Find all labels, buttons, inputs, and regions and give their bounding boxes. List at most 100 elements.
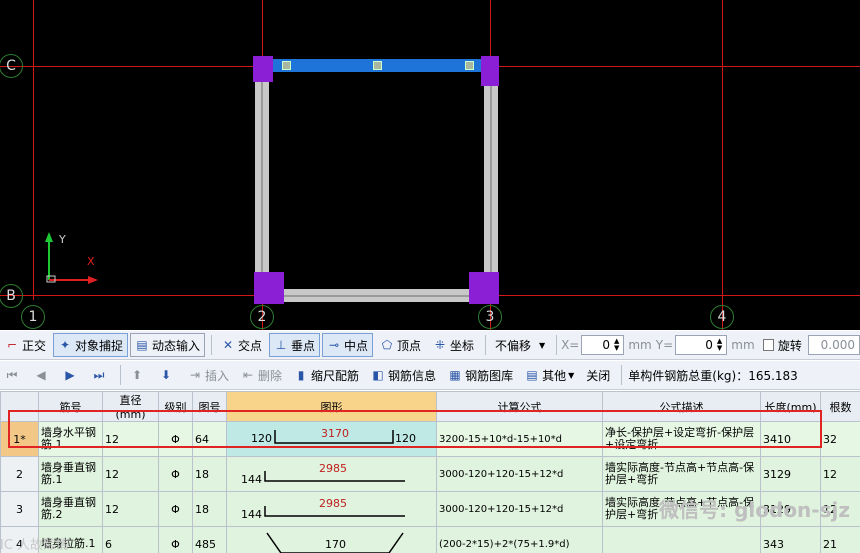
- spin-icon: ▲ ▼: [716, 337, 723, 352]
- table-row[interactable]: 4 墙身拉筋.1 6 Φ 485 170 (200-2*15)+2*(75+1.…: [0, 526, 860, 553]
- shape-cell[interactable]: 144 2985: [226, 491, 437, 527]
- other-menu[interactable]: ▤ 其他 ▼: [520, 363, 579, 387]
- description-cell[interactable]: 净长-保护层+设定弯折-保护层+设定弯折: [602, 421, 761, 457]
- row-index[interactable]: 2: [0, 456, 39, 492]
- insert-icon: ⇥: [189, 368, 201, 382]
- description-cell[interactable]: 墙实际高度-节点高+节点高-保护层+弯折: [602, 456, 761, 492]
- rebar-library-button[interactable]: ▦ 钢筋图库: [443, 363, 518, 387]
- separator: [556, 335, 558, 355]
- move-down-button[interactable]: ⬇: [154, 363, 181, 387]
- intersect-icon: ✕: [222, 338, 233, 352]
- corner-column-br[interactable]: [469, 272, 499, 304]
- grip-left[interactable]: [282, 61, 291, 70]
- dyn-input-icon: ▤: [136, 338, 148, 352]
- fig-no-cell[interactable]: 18: [192, 491, 227, 527]
- col-header-bar-no[interactable]: 筋号: [38, 391, 103, 422]
- row-index[interactable]: 3: [0, 491, 39, 527]
- length-cell[interactable]: 3410: [760, 421, 821, 457]
- fig-no-cell[interactable]: 18: [192, 456, 227, 492]
- insert-label: 插入: [205, 368, 230, 383]
- grade-cell[interactable]: Φ: [158, 526, 193, 553]
- formula-cell[interactable]: 3000-120+120-15+12*d: [436, 456, 603, 492]
- count-cell[interactable]: 12: [820, 456, 860, 492]
- scale-rebar-button[interactable]: ▮ 缩尺配筋: [289, 363, 364, 387]
- col-header-length[interactable]: 长度(mm): [760, 391, 821, 422]
- last-record-button[interactable]: ⏭: [87, 363, 114, 387]
- count-cell[interactable]: 21: [820, 526, 860, 553]
- grade-cell[interactable]: Φ: [158, 421, 193, 457]
- grip-right[interactable]: [465, 61, 474, 70]
- grade-cell[interactable]: Φ: [158, 491, 193, 527]
- intersect-label: 交点: [237, 338, 262, 353]
- close-label: 关闭: [586, 368, 611, 383]
- col-header-grade[interactable]: 级别: [158, 391, 193, 422]
- dynamic-input-button[interactable]: ▤ 动态输入: [130, 333, 206, 357]
- shape-mid-value: 3170: [321, 427, 349, 440]
- shape-cell[interactable]: 144 2985: [226, 456, 437, 492]
- description-cell[interactable]: [602, 526, 761, 553]
- diameter-cell[interactable]: 12: [102, 456, 159, 492]
- coordinate-label: 坐标: [450, 338, 475, 353]
- col-header-count[interactable]: 根数: [820, 391, 860, 422]
- rotate-checkbox[interactable]: [762, 339, 774, 351]
- length-cell[interactable]: 3129: [760, 456, 821, 492]
- diameter-cell[interactable]: 12: [102, 491, 159, 527]
- perpendicular-icon: ⊥: [275, 338, 287, 352]
- insert-button[interactable]: ⇥ 插入: [183, 363, 234, 387]
- corner-column-tr[interactable]: [481, 56, 499, 86]
- move-up-button[interactable]: ⬆: [125, 363, 152, 387]
- table-row[interactable]: 1* 墙身水平钢筋.1 12 Φ 64 120 3170 120 3200-15…: [0, 421, 860, 457]
- axis-bubble-1: 1: [21, 305, 45, 329]
- table-row[interactable]: 2 墙身垂直钢筋.1 12 Φ 18 144 2985 3000-120+120…: [0, 456, 860, 492]
- shape-right-value: 120: [395, 432, 416, 445]
- object-snap-button[interactable]: ✦ 对象捕捉: [53, 333, 129, 357]
- diameter-cell[interactable]: 6: [102, 526, 159, 553]
- close-button[interactable]: 关闭: [581, 363, 615, 387]
- col-header-shape[interactable]: 图形: [226, 391, 437, 422]
- count-cell[interactable]: 32: [820, 421, 860, 457]
- fig-no-cell[interactable]: 64: [192, 421, 227, 457]
- corner-column-tl[interactable]: [253, 56, 273, 82]
- offset-dropdown[interactable]: 不偏移 ▼: [490, 333, 550, 357]
- ucs-x-label: X: [87, 255, 95, 268]
- axis-bubble-b: B: [0, 284, 23, 308]
- row-index[interactable]: 1*: [0, 421, 39, 457]
- ortho-button[interactable]: ⌐ 正交: [0, 333, 51, 357]
- length-cell[interactable]: 343: [760, 526, 821, 553]
- grip-mid[interactable]: [373, 61, 382, 70]
- midpoint-snap-button[interactable]: ⊸ 中点: [322, 333, 374, 357]
- bar-name-cell[interactable]: 墙身水平钢筋.1: [38, 421, 103, 457]
- diameter-cell[interactable]: 12: [102, 421, 159, 457]
- col-header-description[interactable]: 公式描述: [602, 391, 761, 422]
- coordinate-snap-button[interactable]: ⁜ 坐标: [428, 333, 479, 357]
- rotate-input[interactable]: 0.000: [807, 335, 860, 355]
- first-record-button[interactable]: ⏮: [0, 363, 27, 387]
- snap-icon: ✦: [59, 338, 71, 352]
- formula-cell[interactable]: 3000-120+120-15+12*d: [436, 491, 603, 527]
- corner-column-bl[interactable]: [254, 272, 284, 304]
- delete-button[interactable]: ⇤ 删除: [236, 363, 287, 387]
- prev-record-button[interactable]: ◀: [29, 363, 56, 387]
- col-header-fig-no[interactable]: 图号: [192, 391, 227, 422]
- rebar-info-button[interactable]: ◧ 钢筋信息: [366, 363, 441, 387]
- formula-cell[interactable]: 3200-15+10*d-15+10*d: [436, 421, 603, 457]
- chevron-down-icon: ▼: [568, 370, 575, 380]
- y-offset-input[interactable]: 0 ▲ ▼: [675, 335, 728, 355]
- grade-cell[interactable]: Φ: [158, 456, 193, 492]
- shape-cell[interactable]: 120 3170 120: [226, 421, 437, 457]
- shape-cell[interactable]: 170: [226, 526, 437, 553]
- formula-cell[interactable]: (200-2*15)+2*(75+1.9*d): [436, 526, 603, 553]
- x-offset-input[interactable]: 0 ▲ ▼: [581, 335, 625, 355]
- chevron-down-icon: ▼: [538, 340, 546, 350]
- axis-bubble-4: 4: [710, 305, 734, 329]
- cad-canvas[interactable]: C B 1 2 3 4 Y X: [0, 0, 860, 330]
- col-header-formula[interactable]: 计算公式: [436, 391, 603, 422]
- vertex-snap-button[interactable]: ⬠ 顶点: [375, 333, 426, 357]
- bar-name-cell[interactable]: 墙身垂直钢筋.2: [38, 491, 103, 527]
- next-record-button[interactable]: ▶: [58, 363, 85, 387]
- col-header-diameter[interactable]: 直径(mm): [102, 391, 159, 422]
- fig-no-cell[interactable]: 485: [192, 526, 227, 553]
- perpendicular-snap-button[interactable]: ⊥ 垂点: [268, 333, 320, 357]
- bar-name-cell[interactable]: 墙身垂直钢筋.1: [38, 456, 103, 492]
- intersect-snap-button[interactable]: ✕ 交点: [216, 333, 267, 357]
